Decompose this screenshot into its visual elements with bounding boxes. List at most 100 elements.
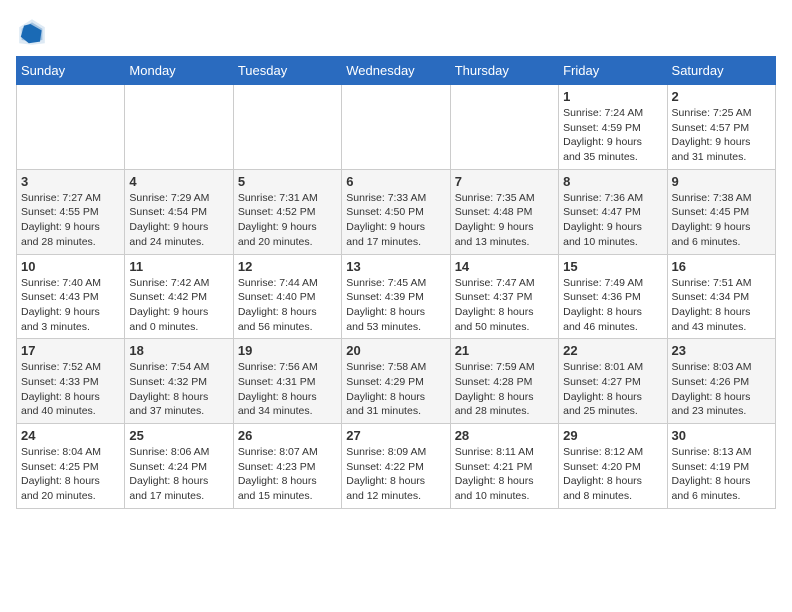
day-info: Sunrise: 7:31 AM Sunset: 4:52 PM Dayligh…	[238, 191, 337, 250]
weekday-header-saturday: Saturday	[667, 57, 775, 85]
day-number: 29	[563, 428, 662, 443]
day-number: 11	[129, 259, 228, 274]
day-number: 8	[563, 174, 662, 189]
calendar-cell: 15 Sunrise: 7:49 AM Sunset: 4:36 PM Dayli…	[559, 254, 667, 339]
calendar-cell: 28Sunrise: 8:11 AM Sunset: 4:21 PM Dayli…	[450, 424, 558, 509]
day-number: 19	[238, 343, 337, 358]
calendar-cell: 23 Sunrise: 8:03 AM Sunset: 4:26 PM Dayli…	[667, 339, 775, 424]
weekday-header-row: SundayMondayTuesdayWednesdayThursdayFrid…	[17, 57, 776, 85]
day-info: Sunrise: 7:52 AM Sunset: 4:33 PM Dayligh…	[21, 360, 120, 419]
weekday-header-thursday: Thursday	[450, 57, 558, 85]
calendar-body: 1 Sunrise: 7:24 AM Sunset: 4:59 PM Daylig…	[17, 85, 776, 509]
day-info: Sunrise: 7:45 AM Sunset: 4:39 PM Dayligh…	[346, 276, 445, 335]
day-number: 4	[129, 174, 228, 189]
day-info: Sunrise: 7:59 AM Sunset: 4:28 PM Dayligh…	[455, 360, 554, 419]
day-info: Sunrise: 8:03 AM Sunset: 4:26 PM Dayligh…	[672, 360, 771, 419]
day-number: 20	[346, 343, 445, 358]
calendar-cell: 3 Sunrise: 7:27 AM Sunset: 4:55 PM Daylig…	[17, 169, 125, 254]
calendar-cell: 25 Sunrise: 8:06 AM Sunset: 4:24 PM Dayli…	[125, 424, 233, 509]
calendar-cell: 12Sunrise: 7:44 AM Sunset: 4:40 PM Dayli…	[233, 254, 341, 339]
day-info: Sunrise: 7:38 AM Sunset: 4:45 PM Dayligh…	[672, 191, 771, 250]
day-info: Sunrise: 8:04 AM Sunset: 4:25 PM Dayligh…	[21, 445, 120, 504]
calendar-cell: 4 Sunrise: 7:29 AM Sunset: 4:54 PM Daylig…	[125, 169, 233, 254]
calendar-cell: 2 Sunrise: 7:25 AM Sunset: 4:57 PM Daylig…	[667, 85, 775, 170]
calendar-cell: 5 Sunrise: 7:31 AM Sunset: 4:52 PM Daylig…	[233, 169, 341, 254]
day-info: Sunrise: 7:58 AM Sunset: 4:29 PM Dayligh…	[346, 360, 445, 419]
calendar-table: SundayMondayTuesdayWednesdayThursdayFrid…	[16, 56, 776, 509]
day-number: 13	[346, 259, 445, 274]
calendar-cell: 10 Sunrise: 7:40 AM Sunset: 4:43 PM Dayli…	[17, 254, 125, 339]
calendar-cell: 27Sunrise: 8:09 AM Sunset: 4:22 PM Dayli…	[342, 424, 450, 509]
day-info: Sunrise: 8:06 AM Sunset: 4:24 PM Dayligh…	[129, 445, 228, 504]
calendar-cell: 17 Sunrise: 7:52 AM Sunset: 4:33 PM Dayli…	[17, 339, 125, 424]
day-number: 10	[21, 259, 120, 274]
day-number: 18	[129, 343, 228, 358]
calendar-cell: 24 Sunrise: 8:04 AM Sunset: 4:25 PM Dayli…	[17, 424, 125, 509]
calendar-cell	[342, 85, 450, 170]
weekday-header-tuesday: Tuesday	[233, 57, 341, 85]
day-info: Sunrise: 7:25 AM Sunset: 4:57 PM Dayligh…	[672, 106, 771, 165]
day-number: 3	[21, 174, 120, 189]
day-info: Sunrise: 7:56 AM Sunset: 4:31 PM Dayligh…	[238, 360, 337, 419]
calendar-cell: 29 Sunrise: 8:12 AM Sunset: 4:20 PM Dayli…	[559, 424, 667, 509]
day-number: 24	[21, 428, 120, 443]
calendar-header: SundayMondayTuesdayWednesdayThursdayFrid…	[17, 57, 776, 85]
calendar-cell: 6 Sunrise: 7:33 AM Sunset: 4:50 PM Daylig…	[342, 169, 450, 254]
day-info: Sunrise: 7:47 AM Sunset: 4:37 PM Dayligh…	[455, 276, 554, 335]
weekday-header-friday: Friday	[559, 57, 667, 85]
calendar-cell: 21 Sunrise: 7:59 AM Sunset: 4:28 PM Dayli…	[450, 339, 558, 424]
day-number: 30	[672, 428, 771, 443]
day-info: Sunrise: 7:24 AM Sunset: 4:59 PM Dayligh…	[563, 106, 662, 165]
day-number: 26	[238, 428, 337, 443]
day-info: Sunrise: 7:44 AM Sunset: 4:40 PM Dayligh…	[238, 276, 337, 335]
page-header	[16, 16, 776, 48]
calendar-week-3: 10 Sunrise: 7:40 AM Sunset: 4:43 PM Dayli…	[17, 254, 776, 339]
day-number: 5	[238, 174, 337, 189]
day-info: Sunrise: 7:29 AM Sunset: 4:54 PM Dayligh…	[129, 191, 228, 250]
calendar-cell: 19 Sunrise: 7:56 AM Sunset: 4:31 PM Dayli…	[233, 339, 341, 424]
day-number: 23	[672, 343, 771, 358]
weekday-header-wednesday: Wednesday	[342, 57, 450, 85]
calendar-cell: 14Sunrise: 7:47 AM Sunset: 4:37 PM Dayli…	[450, 254, 558, 339]
day-info: Sunrise: 8:11 AM Sunset: 4:21 PM Dayligh…	[455, 445, 554, 504]
calendar-cell	[125, 85, 233, 170]
calendar-week-4: 17 Sunrise: 7:52 AM Sunset: 4:33 PM Dayli…	[17, 339, 776, 424]
day-info: Sunrise: 8:01 AM Sunset: 4:27 PM Dayligh…	[563, 360, 662, 419]
day-number: 9	[672, 174, 771, 189]
day-info: Sunrise: 7:49 AM Sunset: 4:36 PM Dayligh…	[563, 276, 662, 335]
day-number: 21	[455, 343, 554, 358]
logo	[16, 16, 52, 48]
day-number: 1	[563, 89, 662, 104]
calendar-week-2: 3 Sunrise: 7:27 AM Sunset: 4:55 PM Daylig…	[17, 169, 776, 254]
calendar-cell: 1 Sunrise: 7:24 AM Sunset: 4:59 PM Daylig…	[559, 85, 667, 170]
calendar-cell	[17, 85, 125, 170]
calendar-cell: 9 Sunrise: 7:38 AM Sunset: 4:45 PM Daylig…	[667, 169, 775, 254]
day-info: Sunrise: 7:27 AM Sunset: 4:55 PM Dayligh…	[21, 191, 120, 250]
day-number: 6	[346, 174, 445, 189]
calendar-cell: 13 Sunrise: 7:45 AM Sunset: 4:39 PM Dayli…	[342, 254, 450, 339]
day-info: Sunrise: 7:51 AM Sunset: 4:34 PM Dayligh…	[672, 276, 771, 335]
calendar-cell	[450, 85, 558, 170]
day-info: Sunrise: 8:12 AM Sunset: 4:20 PM Dayligh…	[563, 445, 662, 504]
day-info: Sunrise: 7:40 AM Sunset: 4:43 PM Dayligh…	[21, 276, 120, 335]
day-number: 7	[455, 174, 554, 189]
day-info: Sunrise: 8:13 AM Sunset: 4:19 PM Dayligh…	[672, 445, 771, 504]
calendar-week-1: 1 Sunrise: 7:24 AM Sunset: 4:59 PM Daylig…	[17, 85, 776, 170]
day-number: 17	[21, 343, 120, 358]
day-number: 2	[672, 89, 771, 104]
weekday-header-monday: Monday	[125, 57, 233, 85]
calendar-cell: 8Sunrise: 7:36 AM Sunset: 4:47 PM Daylig…	[559, 169, 667, 254]
day-number: 25	[129, 428, 228, 443]
day-info: Sunrise: 8:07 AM Sunset: 4:23 PM Dayligh…	[238, 445, 337, 504]
day-info: Sunrise: 7:35 AM Sunset: 4:48 PM Dayligh…	[455, 191, 554, 250]
calendar-cell: 11Sunrise: 7:42 AM Sunset: 4:42 PM Dayli…	[125, 254, 233, 339]
calendar-cell: 30 Sunrise: 8:13 AM Sunset: 4:19 PM Dayli…	[667, 424, 775, 509]
calendar-cell: 26 Sunrise: 8:07 AM Sunset: 4:23 PM Dayli…	[233, 424, 341, 509]
weekday-header-sunday: Sunday	[17, 57, 125, 85]
calendar-cell: 22Sunrise: 8:01 AM Sunset: 4:27 PM Dayli…	[559, 339, 667, 424]
day-info: Sunrise: 7:33 AM Sunset: 4:50 PM Dayligh…	[346, 191, 445, 250]
calendar-cell: 18Sunrise: 7:54 AM Sunset: 4:32 PM Dayli…	[125, 339, 233, 424]
day-number: 15	[563, 259, 662, 274]
calendar-cell: 16Sunrise: 7:51 AM Sunset: 4:34 PM Dayli…	[667, 254, 775, 339]
day-info: Sunrise: 8:09 AM Sunset: 4:22 PM Dayligh…	[346, 445, 445, 504]
